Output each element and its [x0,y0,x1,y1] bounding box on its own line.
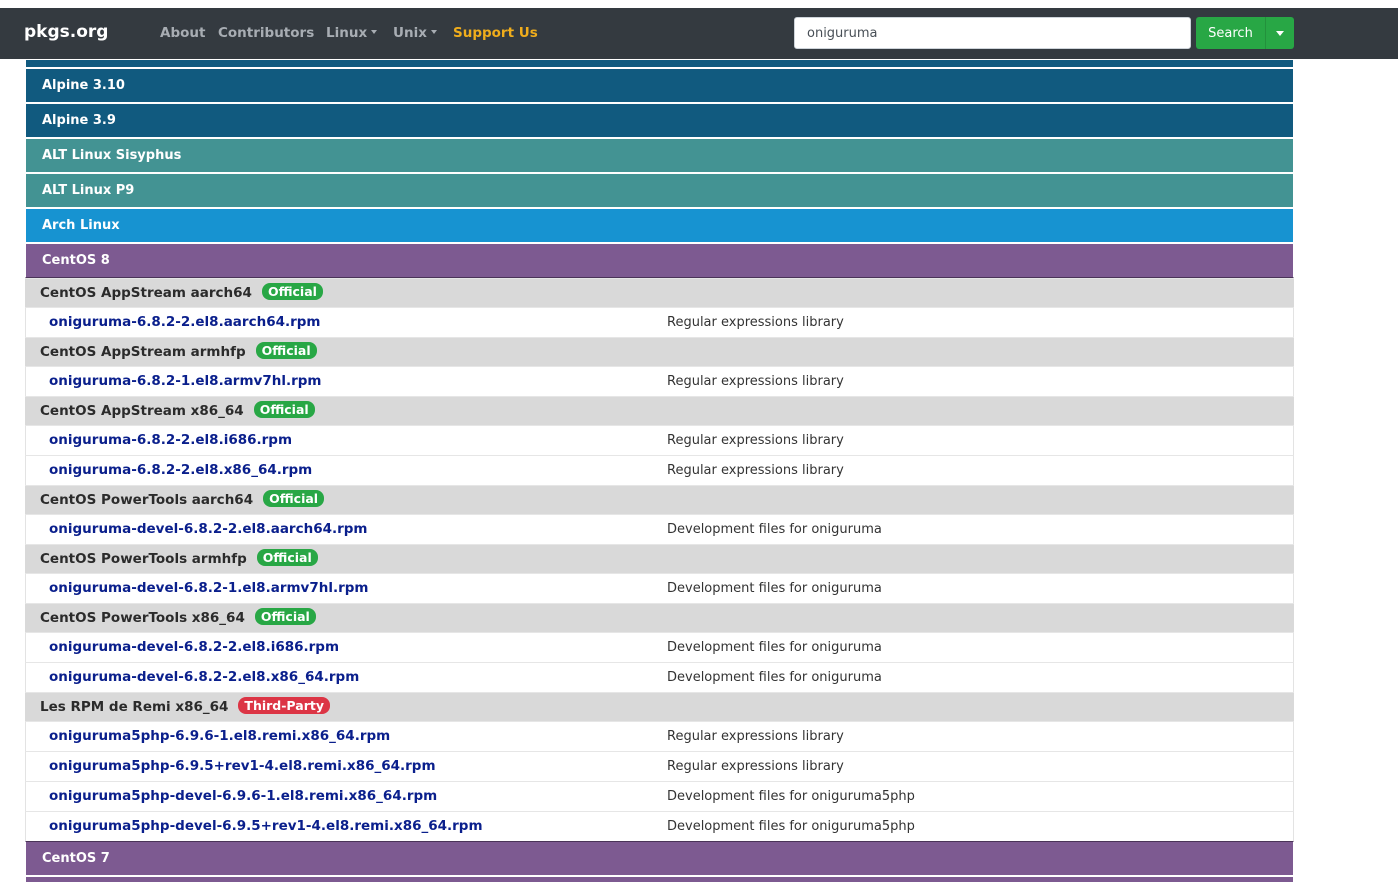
package-description: Development files for oniguruma [667,581,882,596]
package-link[interactable]: oniguruma-6.8.2-2.el8.aarch64.rpm [49,308,321,337]
package-link[interactable]: oniguruma-6.8.2-2.el8.i686.rpm [49,426,292,455]
package-row: oniguruma5php-devel-6.9.5+rev1-4.el8.rem… [25,811,1294,841]
search-button[interactable]: Search [1196,17,1266,49]
nav-unix-label: Unix [393,25,427,41]
official-badge: Official [255,342,317,359]
caret-down-icon [1276,31,1284,36]
package-row: oniguruma-devel-6.8.2-1.el8.armv7hl.rpm … [25,573,1294,603]
third-party-badge: Third-Party [238,697,330,714]
package-row: oniguruma5php-6.9.6-1.el8.remi.x86_64.rp… [25,721,1294,751]
package-link[interactable]: oniguruma5php-devel-6.9.6-1.el8.remi.x86… [49,782,437,811]
distro-header-partial[interactable] [25,876,1294,882]
package-row: oniguruma-6.8.2-2.el8.x86_64.rpm Regular… [25,455,1294,485]
package-description: Development files for oniguruma [667,522,882,537]
distro-header-centos-8[interactable]: CentOS 8 [25,243,1294,278]
official-badge: Official [253,401,315,418]
package-link[interactable]: oniguruma-devel-6.8.2-1.el8.armv7hl.rpm [49,574,369,603]
top-strip [0,0,1398,8]
package-link[interactable]: oniguruma5php-6.9.6-1.el8.remi.x86_64.rp… [49,722,390,751]
nav-linux-dropdown[interactable]: Linux [326,25,378,41]
package-row: oniguruma-6.8.2-1.el8.armv7hl.rpm Regula… [25,366,1294,396]
package-row: oniguruma-6.8.2-2.el8.aarch64.rpm Regula… [25,307,1294,337]
package-description: Development files for oniguruma5php [667,789,915,804]
distro-header-alpine-3-9[interactable]: Alpine 3.9 [25,103,1294,138]
nav-unix-dropdown[interactable]: Unix [393,25,437,41]
nav-about[interactable]: About [160,25,205,41]
brand-logo[interactable]: pkgs.org [24,22,108,42]
chevron-down-icon [371,30,378,34]
distro-header-centos-7[interactable]: CentOS 7 [25,841,1294,876]
distro-header-alt-sisyphus[interactable]: ALT Linux Sisyphus [25,138,1294,173]
package-link[interactable]: oniguruma-devel-6.8.2-2.el8.aarch64.rpm [49,515,368,544]
distro-header-alt-p9[interactable]: ALT Linux P9 [25,173,1294,208]
repo-header: CentOS AppStream aarch64 Official [25,278,1294,307]
package-link[interactable]: oniguruma-6.8.2-2.el8.x86_64.rpm [49,456,312,485]
package-description: Development files for oniguruma5php [667,819,915,834]
package-link[interactable]: oniguruma-devel-6.8.2-2.el8.i686.rpm [49,633,339,662]
repo-header: CentOS AppStream armhfp Official [25,337,1294,366]
package-link[interactable]: oniguruma5php-devel-6.9.5+rev1-4.el8.rem… [49,812,483,841]
chevron-down-icon [430,30,437,34]
repo-header: CentOS PowerTools armhfp Official [25,544,1294,573]
package-row: oniguruma-6.8.2-2.el8.i686.rpm Regular e… [25,425,1294,455]
repo-header: CentOS PowerTools x86_64 Official [25,603,1294,632]
nav-linux-label: Linux [326,25,368,41]
repo-header: CentOS PowerTools aarch64 Official [25,485,1294,514]
search-options-toggle[interactable] [1266,17,1294,49]
package-row: oniguruma-devel-6.8.2-2.el8.aarch64.rpm … [25,514,1294,544]
official-badge: Official [263,490,325,507]
official-badge: Official [261,283,323,300]
official-badge: Official [254,608,316,625]
package-link[interactable]: oniguruma-devel-6.8.2-2.el8.x86_64.rpm [49,663,359,692]
repo-name: CentOS PowerTools armhfp [40,551,247,567]
repo-header: Les RPM de Remi x86_64 Third-Party [25,692,1294,721]
package-description: Regular expressions library [667,463,844,478]
repo-name: Les RPM de Remi x86_64 [40,699,229,715]
package-description: Regular expressions library [667,315,844,330]
nav-support-us[interactable]: Support Us [453,25,538,41]
distro-header-alpine-3-10[interactable]: Alpine 3.10 [25,68,1294,103]
repo-name: CentOS PowerTools aarch64 [40,492,254,508]
repo-name: CentOS AppStream x86_64 [40,403,244,419]
distro-header-arch-linux[interactable]: Arch Linux [25,208,1294,243]
nav-contributors[interactable]: Contributors [218,25,314,41]
package-description: Regular expressions library [667,433,844,448]
repo-name: CentOS PowerTools x86_64 [40,610,245,626]
package-link[interactable]: oniguruma-6.8.2-1.el8.armv7hl.rpm [49,367,322,396]
navbar: pkgs.org About Contributors Linux Unix S… [0,8,1398,59]
package-link[interactable]: oniguruma5php-6.9.5+rev1-4.el8.remi.x86_… [49,752,436,781]
package-description: Development files for oniguruma [667,640,882,655]
results-list: Alpine 3.10 Alpine 3.9 ALT Linux Sisyphu… [25,59,1294,882]
package-row: oniguruma-devel-6.8.2-2.el8.x86_64.rpm D… [25,662,1294,692]
distro-header-partial[interactable] [25,59,1294,68]
repo-header: CentOS AppStream x86_64 Official [25,396,1294,425]
package-row: oniguruma5php-6.9.5+rev1-4.el8.remi.x86_… [25,751,1294,781]
repo-name: CentOS AppStream armhfp [40,344,246,360]
package-description: Regular expressions library [667,759,844,774]
package-description: Regular expressions library [667,729,844,744]
search-input[interactable] [794,17,1191,49]
package-row: oniguruma5php-devel-6.9.6-1.el8.remi.x86… [25,781,1294,811]
official-badge: Official [256,549,318,566]
package-description: Development files for oniguruma [667,670,882,685]
package-description: Regular expressions library [667,374,844,389]
package-row: oniguruma-devel-6.8.2-2.el8.i686.rpm Dev… [25,632,1294,662]
repo-name: CentOS AppStream aarch64 [40,285,252,301]
